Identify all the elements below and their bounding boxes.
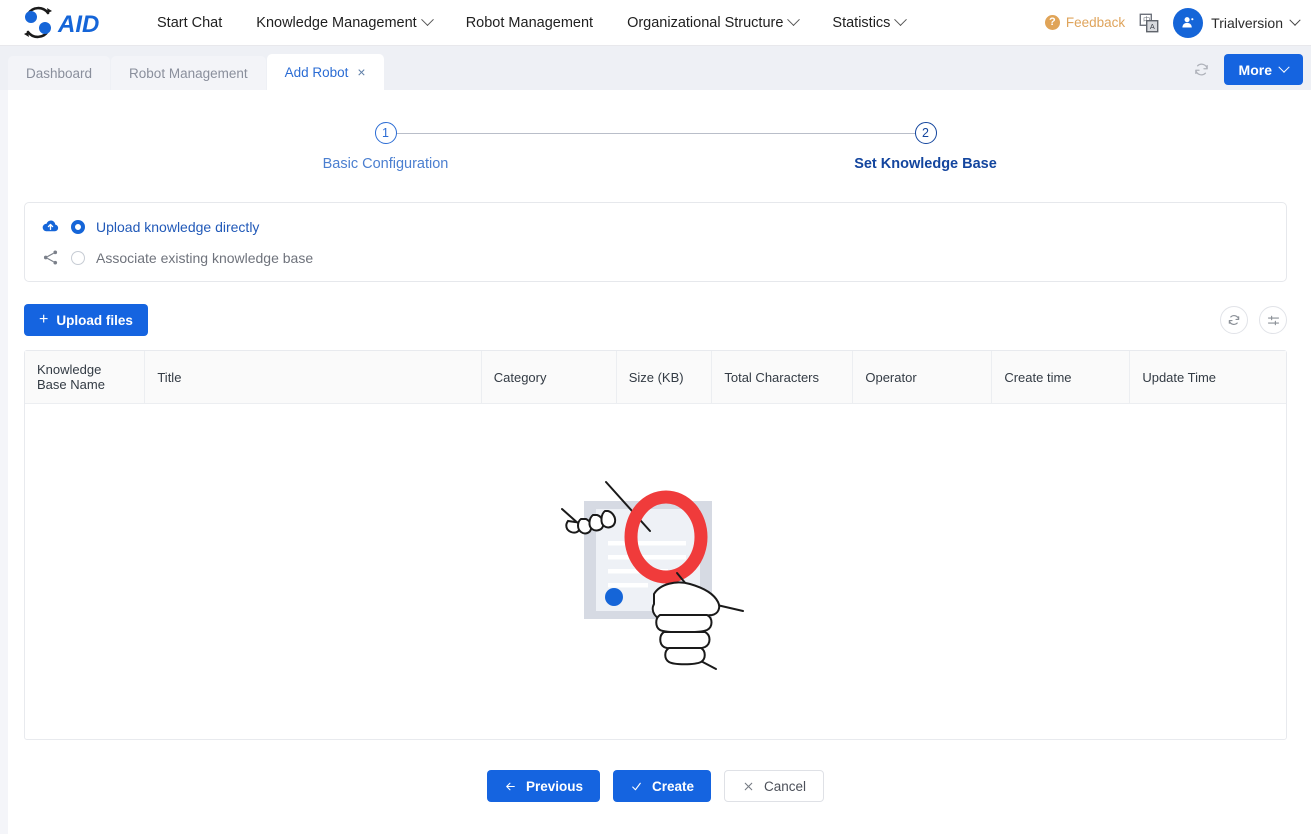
- nav-label: Statistics: [832, 14, 891, 31]
- previous-button[interactable]: Previous: [486, 770, 600, 802]
- radio-option-associate-existing[interactable]: Associate existing knowledge base: [41, 248, 1270, 267]
- close-icon: [744, 782, 753, 790]
- step-label: Basic Configuration: [322, 156, 449, 172]
- column-header-update-time[interactable]: Update Time: [1129, 351, 1286, 404]
- upload-files-label: Upload files: [56, 312, 133, 328]
- table-header-row: Knowledge Base Name Title Category Size …: [25, 351, 1286, 404]
- avatar: [1173, 7, 1204, 38]
- step-set-knowledge-base[interactable]: 2 Set Knowledge Base: [821, 122, 1031, 172]
- tab-add-robot[interactable]: Add Robot ×: [266, 54, 384, 90]
- more-button[interactable]: More: [1223, 54, 1303, 85]
- question-circle-icon: ?: [1044, 15, 1060, 30]
- step-number: 2: [914, 122, 937, 144]
- plus-icon: +: [39, 311, 49, 328]
- create-label: Create: [651, 778, 695, 794]
- close-icon[interactable]: ×: [357, 65, 365, 79]
- main-navigation: Start Chat Knowledge Management Robot Ma…: [140, 0, 922, 46]
- column-header-category[interactable]: Category: [481, 351, 617, 404]
- refresh-icon[interactable]: [1193, 61, 1210, 78]
- cancel-label: Cancel: [764, 778, 807, 794]
- table-toolbar: + Upload files: [24, 304, 1287, 336]
- nav-item-statistics[interactable]: Statistics: [815, 0, 922, 46]
- top-header: AID Start Chat Knowledge Management Robo…: [0, 0, 1311, 46]
- radio-label: Associate existing knowledge base: [96, 249, 314, 266]
- table-empty-state: [25, 404, 1286, 739]
- create-button[interactable]: Create: [612, 770, 712, 802]
- tab-robot-management[interactable]: Robot Management: [111, 56, 266, 90]
- step-number: 1: [374, 122, 397, 144]
- wizard-stepper: 1 Basic Configuration 2 Set Knowledge Ba…: [14, 90, 1297, 172]
- header-actions: ? Feedback 中 A Trialversion: [1044, 7, 1301, 38]
- column-header-create-time[interactable]: Create time: [991, 351, 1131, 404]
- nav-item-organizational-structure[interactable]: Organizational Structure: [610, 0, 815, 46]
- nav-label: Organizational Structure: [627, 14, 784, 31]
- cloud-upload-icon: [41, 217, 60, 236]
- column-settings-button[interactable]: [1259, 306, 1287, 334]
- tab-label: Robot Management: [129, 65, 248, 81]
- upload-files-button[interactable]: + Upload files: [24, 304, 148, 336]
- svg-text:A: A: [1150, 21, 1155, 30]
- feedback-button[interactable]: ? Feedback: [1044, 15, 1126, 30]
- page-content: 1 Basic Configuration 2 Set Knowledge Ba…: [0, 90, 1311, 834]
- share-nodes-icon: [41, 248, 60, 267]
- column-header-knowledge-base-name[interactable]: Knowledge Base Name: [25, 351, 146, 404]
- chevron-down-icon: [787, 13, 801, 27]
- radio-label: Upload knowledge directly: [96, 218, 260, 235]
- chevron-down-icon: [1289, 14, 1301, 26]
- table: Knowledge Base Name Title Category Size …: [25, 351, 1286, 404]
- chevron-down-icon: [420, 13, 434, 27]
- knowledge-source-card: Upload knowledge directly Associate exis…: [24, 202, 1287, 282]
- tab-dashboard[interactable]: Dashboard: [8, 56, 111, 90]
- user-icon: [1182, 17, 1194, 28]
- translate-icon[interactable]: 中 A: [1138, 12, 1160, 34]
- svg-text:AID: AID: [57, 11, 99, 38]
- refresh-table-button[interactable]: [1220, 306, 1248, 334]
- tab-label: Add Robot: [284, 64, 349, 80]
- nav-item-knowledge-management[interactable]: Knowledge Management: [239, 0, 448, 46]
- step-basic-configuration[interactable]: 1 Basic Configuration: [281, 122, 491, 172]
- nav-label: Start Chat: [157, 14, 223, 31]
- radio-button[interactable]: [71, 219, 85, 234]
- tab-label: Dashboard: [26, 65, 93, 81]
- table-icon-actions: [1220, 306, 1287, 334]
- app-logo[interactable]: AID: [18, 5, 114, 41]
- column-settings-icon: [1267, 315, 1279, 325]
- wizard-footer-buttons: Previous Create Cancel: [14, 770, 1297, 802]
- column-header-size-kb[interactable]: Size (KB): [616, 351, 713, 404]
- refresh-icon: [1228, 315, 1240, 325]
- nav-label: Knowledge Management: [256, 14, 417, 31]
- nav-item-robot-management[interactable]: Robot Management: [449, 0, 610, 46]
- nav-item-start-chat[interactable]: Start Chat: [140, 0, 239, 46]
- magnifier-document-illustration: [560, 481, 744, 670]
- column-header-operator[interactable]: Operator: [852, 351, 993, 404]
- tab-bar-actions: More: [1193, 54, 1303, 90]
- more-label: More: [1238, 61, 1272, 78]
- knowledge-files-table: Knowledge Base Name Title Category Size …: [24, 350, 1287, 740]
- tab-list: Dashboard Robot Management Add Robot ×: [8, 46, 384, 90]
- column-header-title[interactable]: Title: [144, 351, 482, 404]
- user-menu[interactable]: Trialversion: [1173, 7, 1301, 38]
- previous-label: Previous: [525, 778, 583, 794]
- aid-logo-icon: AID: [24, 6, 99, 38]
- chevron-down-icon: [1278, 61, 1290, 73]
- arrow-left-icon: [506, 782, 515, 790]
- chevron-down-icon: [894, 13, 908, 27]
- step-label: Set Knowledge Base: [854, 156, 997, 172]
- check-icon: [632, 782, 641, 790]
- radio-option-upload-directly[interactable]: Upload knowledge directly: [41, 217, 1270, 236]
- cancel-button[interactable]: Cancel: [724, 770, 825, 802]
- tab-bar: Dashboard Robot Management Add Robot × M…: [0, 46, 1311, 90]
- feedback-label: Feedback: [1065, 15, 1126, 30]
- column-header-total-characters[interactable]: Total Characters: [711, 351, 854, 404]
- username-label: Trialversion: [1211, 14, 1283, 31]
- radio-button[interactable]: [71, 250, 85, 265]
- nav-label: Robot Management: [465, 14, 594, 31]
